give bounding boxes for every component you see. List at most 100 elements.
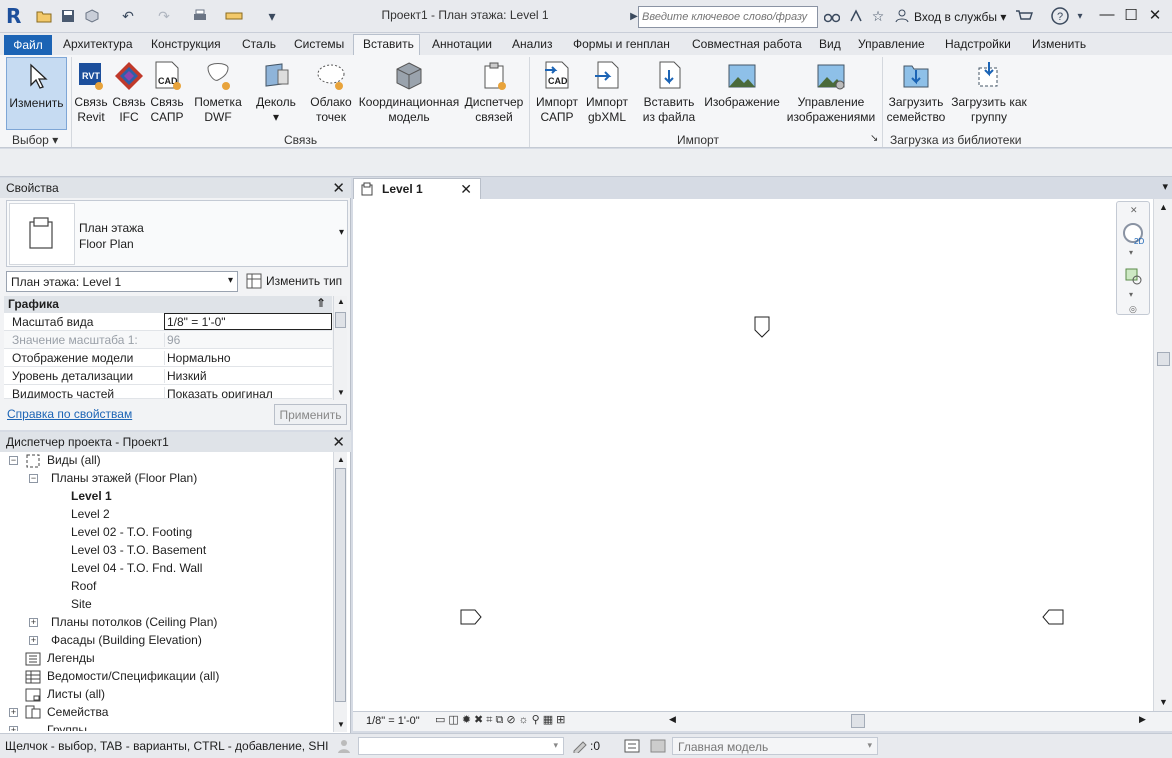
wheel-dropdown-icon[interactable]: ▾ (1129, 248, 1133, 257)
detail-level-icon[interactable]: ▭ (435, 714, 448, 726)
scrollbar-thumb[interactable] (335, 312, 346, 328)
maximize-icon[interactable]: ☐ (1120, 6, 1142, 28)
design-option-set-icon[interactable] (650, 739, 666, 753)
import-dialog-launcher-icon[interactable]: ↘ (870, 133, 878, 144)
worksharing-icon[interactable]: ⚲ (532, 714, 543, 726)
type-selector[interactable]: План этажа Floor Plan ▾ (6, 200, 348, 267)
expand-icon[interactable]: + (29, 636, 38, 645)
tree-item-roof[interactable]: Roof (71, 577, 96, 595)
active-workset-dropdown[interactable]: ▾ (358, 737, 564, 755)
tree-item-site[interactable]: Site (71, 595, 92, 613)
property-group-header[interactable]: Графика ⇑ (4, 296, 332, 313)
collapse-icon[interactable]: − (29, 474, 38, 483)
collapse-icon[interactable]: − (9, 456, 18, 465)
load-family-button[interactable]: Загрузить семейство (884, 57, 948, 132)
insert-from-file-button[interactable]: Вставить из файла (638, 57, 700, 132)
open-icon[interactable] (34, 6, 54, 26)
close-window-icon[interactable]: ✕ (1144, 6, 1166, 28)
tab-analyze[interactable]: Анализ (512, 35, 553, 55)
sun-path-icon[interactable]: ✹ (462, 714, 474, 726)
tree-item-level-04[interactable]: Level 04 - T.O. Fnd. Wall (71, 559, 202, 577)
browser-scrollbar[interactable]: ▲ ▼ (333, 452, 347, 732)
measure-icon[interactable] (224, 6, 244, 26)
tab-view[interactable]: Вид (819, 35, 841, 55)
analytical-model-icon[interactable]: ▦ (543, 714, 556, 726)
subscription-icon[interactable] (846, 6, 866, 26)
sign-in-menu[interactable]: Вход в службы ▾ (914, 10, 1006, 24)
reveal-hidden-icon[interactable]: ☼ (519, 714, 532, 726)
design-option-dropdown[interactable]: Главная модель ▾ (672, 737, 878, 755)
view-tab-level-1[interactable]: Level 1 ✕ (353, 178, 481, 199)
temporary-hide-icon[interactable]: ⊘ (506, 714, 518, 726)
tree-item-level-02[interactable]: Level 02 - T.O. Footing (71, 523, 192, 541)
scroll-up-icon[interactable]: ▲ (1159, 202, 1168, 212)
nav-bar-options-icon[interactable]: ◎ (1129, 304, 1137, 315)
close-properties-icon[interactable]: ✕ (332, 179, 345, 197)
scroll-left-icon[interactable]: ◀ (669, 714, 676, 725)
edit-type-button[interactable]: Изменить тип (244, 271, 346, 292)
tab-structure[interactable]: Конструкция (151, 35, 221, 55)
elevation-marker-north-icon[interactable] (753, 316, 771, 338)
expand-icon[interactable]: + (9, 726, 18, 731)
scroll-down-icon[interactable]: ▼ (337, 720, 345, 729)
zoom-dropdown-icon[interactable]: ▾ (1129, 290, 1133, 299)
sync-icon[interactable] (82, 6, 102, 26)
constraints-icon[interactable]: ⊞ (556, 714, 568, 726)
expand-icon[interactable]: + (29, 618, 38, 627)
scrollbar-thumb[interactable] (335, 468, 346, 702)
customize-qat-icon[interactable]: ▾ (262, 6, 282, 26)
scroll-up-icon[interactable]: ▲ (337, 455, 345, 464)
undo-icon[interactable]: ↶ (118, 6, 138, 26)
worksets-icon[interactable] (336, 738, 352, 754)
design-options-icon[interactable] (624, 739, 640, 753)
tab-addins[interactable]: Надстройки (945, 35, 1011, 55)
tree-item-elevations[interactable]: Фасады (Building Elevation) (51, 631, 202, 649)
property-row[interactable]: Масштаб вида 1/8" = 1'-0" (4, 313, 332, 331)
image-button[interactable]: Изображение (702, 57, 782, 132)
coordination-model-button[interactable]: Координационная модель (356, 57, 462, 132)
help-icon[interactable]: ? (1050, 6, 1070, 26)
scrollbar-thumb[interactable] (1157, 352, 1170, 366)
redo-icon[interactable]: ↷ (154, 6, 174, 26)
property-row[interactable]: Отображение модели Нормально (4, 349, 332, 367)
manage-images-button[interactable]: Управление изображениями (784, 57, 878, 132)
tree-item-families[interactable]: Семейства (47, 703, 108, 721)
steering-wheel-2d-icon[interactable]: 2D (1122, 222, 1146, 246)
cart-icon[interactable] (1014, 6, 1034, 26)
favorites-star-icon[interactable]: ☆ (868, 6, 888, 26)
import-gbxml-button[interactable]: Импорт gbXML (582, 57, 632, 132)
scroll-up-icon[interactable]: ▲ (337, 297, 345, 306)
drawing-canvas[interactable]: 2D ▾ ▾ ◎ ✕ (353, 199, 1153, 711)
close-nav-bar-icon[interactable]: ✕ (1130, 205, 1138, 216)
zoom-region-icon[interactable] (1125, 268, 1143, 286)
property-value[interactable]: Низкий (164, 369, 332, 383)
scroll-right-icon[interactable]: ▶ (1139, 714, 1146, 725)
horizontal-scrollbar-thumb[interactable] (851, 714, 865, 728)
tree-item-level-1[interactable]: Level 1 (71, 487, 112, 505)
property-value[interactable]: Нормально (164, 351, 332, 365)
tree-item-groups[interactable]: Группы (47, 721, 87, 731)
decal-button[interactable]: Деколь ▾ (250, 57, 302, 132)
tab-steel[interactable]: Сталь (242, 35, 276, 55)
visual-style-icon[interactable]: ◫ (448, 714, 461, 726)
tab-collaborate[interactable]: Совместная работа (692, 35, 802, 55)
property-row[interactable]: Уровень детализации Низкий (4, 367, 332, 385)
tab-manage[interactable]: Управление (858, 35, 925, 55)
modify-button[interactable]: Изменить (6, 57, 67, 130)
tree-item-floor-plans[interactable]: Планы этажей (Floor Plan) (51, 469, 197, 487)
tab-architecture[interactable]: Архитектура (63, 35, 133, 55)
elevation-marker-east-icon[interactable] (1041, 608, 1065, 626)
tree-item-level-2[interactable]: Level 2 (71, 505, 110, 523)
select-panel-title[interactable]: Выбор ▾ (12, 133, 58, 147)
decal-dropdown-icon[interactable]: ▾ (250, 110, 302, 125)
tab-overflow-icon[interactable]: ▾ (1162, 180, 1168, 193)
view-scale-field[interactable]: 1/8" = 1'-0" (164, 313, 332, 330)
save-icon[interactable] (58, 6, 78, 26)
shadows-icon[interactable]: ✖ (474, 714, 486, 726)
tab-systems[interactable]: Системы (294, 35, 344, 55)
tab-file[interactable]: Файл (4, 35, 52, 55)
binoculars-icon[interactable] (822, 6, 842, 26)
link-ifc-button[interactable]: Связь IFC (110, 57, 148, 132)
instance-filter-dropdown[interactable]: План этажа: Level 1 ▾ (6, 271, 238, 292)
import-cad-button[interactable]: CAD Импорт САПР (532, 57, 582, 132)
